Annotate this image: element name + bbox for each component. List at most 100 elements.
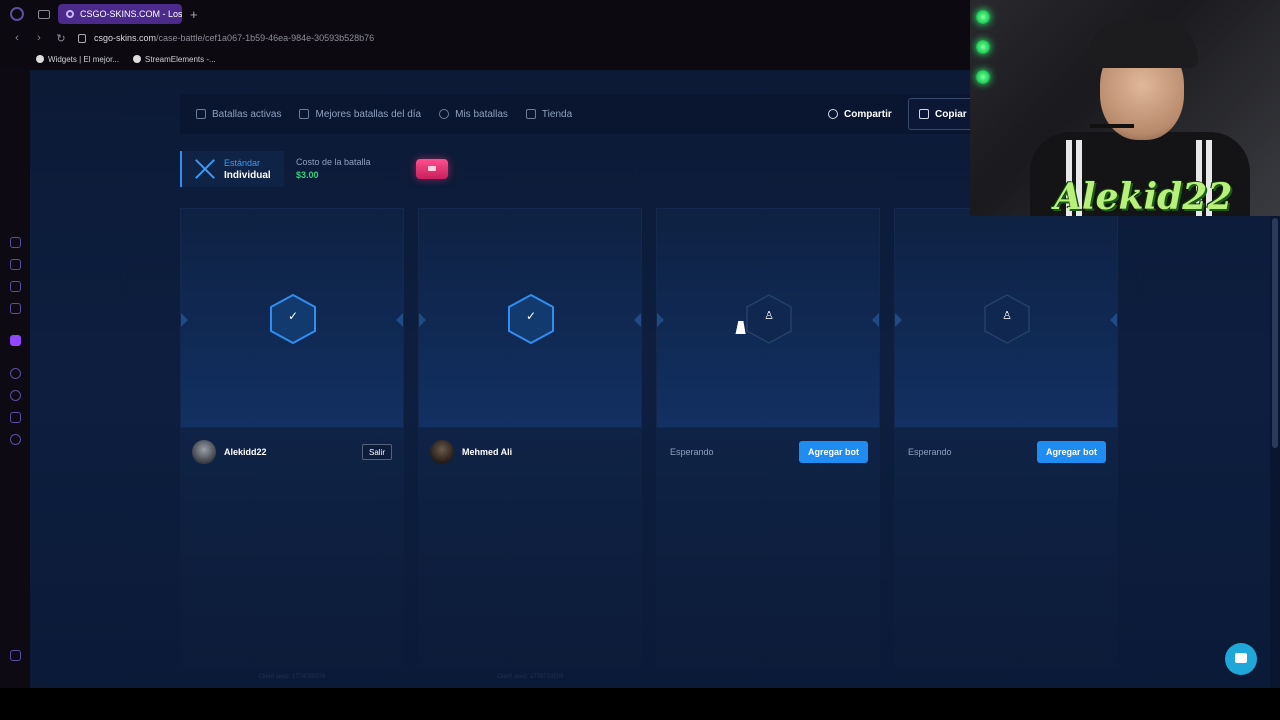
reload-icon[interactable]: ↻ <box>56 32 66 45</box>
waiting-status: Esperando <box>670 447 714 457</box>
leave-button[interactable]: Salir <box>361 444 392 460</box>
arrow-left-icon <box>657 313 664 327</box>
slot-reel: ♙ <box>656 208 880 428</box>
streamer-cap <box>1088 18 1198 68</box>
player-slot: ♙ Esperando Agregar bot <box>656 208 880 668</box>
player-slot: ✓ Alekidd22 Salir Client seed: 177405897… <box>180 208 404 680</box>
nav-label: Tienda <box>541 108 573 120</box>
share-icon <box>828 109 838 119</box>
mode-value: Individual <box>224 169 271 181</box>
bookmark-widgets[interactable]: Widgets | El mejor... <box>36 55 119 64</box>
instagram-icon[interactable] <box>10 281 21 292</box>
nav-store[interactable]: Tienda <box>525 108 573 120</box>
player-slot: ♙ Esperando Agregar bot <box>894 208 1118 668</box>
trophy-icon <box>299 109 310 119</box>
slot-items <box>418 428 642 668</box>
webcam-overlay: Alekid22 <box>970 0 1280 216</box>
browser-tab-active[interactable]: CSGO-SKINS.COM - Los m <box>58 4 182 24</box>
extensions-icon[interactable] <box>10 412 21 423</box>
arrow-right-icon <box>396 313 403 327</box>
bookmark-streamelements[interactable]: StreamElements -... <box>133 55 216 64</box>
chat-support-button[interactable] <box>1225 643 1257 675</box>
case-image[interactable] <box>416 159 448 179</box>
gmail-icon[interactable] <box>10 303 21 314</box>
slot-reel: ✓ <box>418 208 642 428</box>
player-slot: ✓ Mehmed Ali Client seed: 1776719509 <box>418 208 642 680</box>
nav-active-battles[interactable]: Batallas activas <box>196 109 281 120</box>
avatar <box>430 440 454 464</box>
add-bot-button[interactable]: Agregar bot <box>798 441 868 463</box>
slot-items <box>656 428 880 668</box>
add-bot-button[interactable]: Agregar bot <box>1036 441 1106 463</box>
arrow-right-icon <box>1110 313 1117 327</box>
swords-icon <box>196 109 206 119</box>
bookmark-label: Widgets | El mejor... <box>48 54 119 64</box>
player-icon[interactable] <box>10 368 21 379</box>
url-path: /case-battle/cef1a067-1b59-46ea-984e-305… <box>156 33 375 43</box>
arrow-right-icon <box>634 313 641 327</box>
music-icon[interactable] <box>10 259 21 270</box>
battle-cost: Costo de la batalla $3.00 <box>296 157 371 180</box>
nav-label: Mejores batallas del día <box>315 108 422 120</box>
slot-items <box>180 428 404 668</box>
rgb-fan-icon <box>976 10 990 24</box>
share-label: Compartir <box>844 108 892 120</box>
url-host: csgo-skins.com <box>94 33 157 43</box>
bookmark-favicon-icon <box>133 55 141 63</box>
arrow-right-icon <box>872 313 879 327</box>
waiting-status: Esperando <box>908 447 952 457</box>
client-seed: Client seed: 1774058978 <box>258 674 326 680</box>
player-row: Esperando Agregar bot <box>668 440 868 464</box>
player-name: Alekidd22 <box>224 447 267 457</box>
rgb-fan-icon <box>976 70 990 84</box>
headset-mic <box>1090 124 1134 128</box>
player-row: Esperando Agregar bot <box>906 440 1106 464</box>
site-favicon-icon <box>66 10 74 18</box>
bookmark-label: StreamElements -... <box>145 54 216 64</box>
lock-icon[interactable] <box>78 33 86 43</box>
arrow-left-icon <box>895 313 902 327</box>
slot-items <box>894 428 1118 668</box>
history-icon[interactable] <box>10 390 21 401</box>
scrollbar-thumb[interactable] <box>1272 218 1278 448</box>
slot-reel: ♙ <box>894 208 1118 428</box>
rgb-fan-icon <box>976 40 990 54</box>
mode-label: Estándar <box>224 157 261 168</box>
nav-label: Batallas activas <box>212 108 282 120</box>
check-icon: ✓ <box>287 309 299 323</box>
player-row: Mehmed Ali <box>430 440 630 464</box>
arrow-left-icon <box>181 313 188 327</box>
opera-logo-icon[interactable] <box>10 7 24 21</box>
history-icon <box>439 109 450 119</box>
nav-my-battles[interactable]: Mis batallas <box>439 109 508 120</box>
user-icon: ♙ <box>1002 310 1012 322</box>
copy-icon <box>919 109 929 119</box>
settings-icon[interactable] <box>10 434 21 445</box>
tab-title: CSGO-SKINS.COM - Los m <box>80 9 182 19</box>
twitch-icon[interactable] <box>10 335 21 346</box>
url-field[interactable]: csgo-skins.com/case-battle/cef1a067-1b59… <box>94 33 374 43</box>
player-name: Mehmed Ali <box>462 447 513 457</box>
messenger-icon[interactable] <box>10 237 21 248</box>
bookmark-favicon-icon <box>36 55 44 63</box>
copy-label: Copiar l <box>935 108 973 120</box>
more-icon[interactable] <box>10 672 21 683</box>
share-button[interactable]: Compartir <box>828 94 892 134</box>
forward-icon[interactable]: › <box>34 32 44 44</box>
cost-value: $3.00 <box>296 170 319 180</box>
gx-icon[interactable] <box>10 650 21 661</box>
cost-label: Costo de la batalla <box>296 157 371 167</box>
nav-best-battles[interactable]: Mejores batallas del día <box>299 109 421 120</box>
nav-label: Mis batallas <box>455 108 508 120</box>
tab-overview-icon[interactable] <box>38 9 50 19</box>
back-icon[interactable]: ‹ <box>12 32 22 44</box>
new-tab-icon[interactable]: + <box>190 7 198 22</box>
basket-icon <box>525 109 536 119</box>
player-row: Alekidd22 Salir <box>192 440 392 464</box>
avatar <box>192 440 216 464</box>
streamer-logo: Alekid22 <box>1054 176 1233 216</box>
slot-reel: ✓ <box>180 208 404 428</box>
browser-sidebar <box>0 70 30 688</box>
screen-bottom-bar <box>0 688 1280 720</box>
swords-icon <box>194 158 216 180</box>
